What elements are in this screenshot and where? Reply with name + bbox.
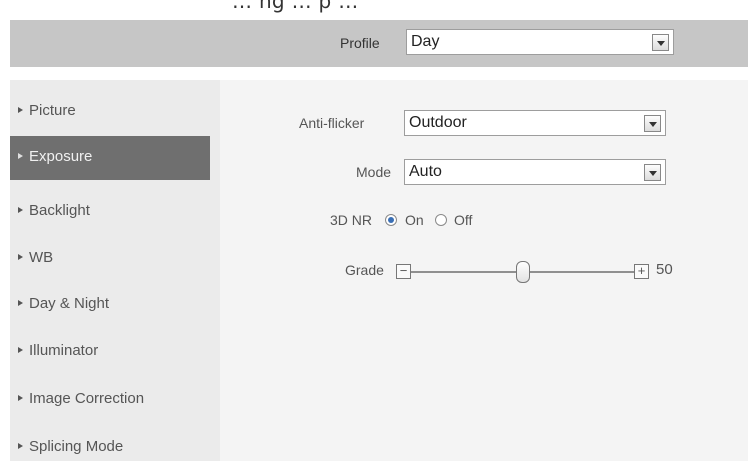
sidebar-item-label: Exposure [29, 148, 93, 165]
triangle-right-icon [18, 207, 23, 213]
3d-nr-off-radio[interactable] [435, 214, 447, 226]
triangle-right-icon [18, 300, 23, 306]
triangle-right-icon [18, 347, 23, 353]
sidebar-item-picture[interactable]: Picture [10, 90, 210, 134]
profile-bar: Profile Day [10, 20, 748, 67]
sidebar-item-exposure[interactable]: Exposure [10, 136, 210, 180]
sidebar-item-illuminator[interactable]: Illuminator [10, 330, 210, 374]
sidebar: Picture Exposure Backlight WB Day & Nigh… [10, 80, 220, 461]
dropdown-arrow-icon[interactable] [644, 164, 661, 181]
3d-nr-on-label: On [405, 212, 424, 228]
triangle-right-icon [18, 153, 23, 159]
3d-nr-label: 3D NR [330, 212, 373, 228]
dropdown-arrow-icon[interactable] [644, 115, 661, 132]
sidebar-item-label: WB [29, 249, 54, 266]
sidebar-item-label: Illuminator [29, 342, 99, 359]
mode-label: Mode [356, 164, 392, 180]
grade-value: 50 [656, 261, 673, 278]
anti-flicker-label: Anti-flicker [299, 115, 365, 131]
sidebar-item-label: Splicing Mode [29, 438, 124, 455]
sidebar-item-backlight[interactable]: Backlight [10, 190, 210, 234]
sidebar-item-image-correction[interactable]: Image Correction [10, 378, 210, 422]
plus-icon[interactable]: + [634, 264, 649, 279]
anti-flicker-value: Outdoor [409, 114, 467, 131]
mode-select[interactable]: Auto [404, 159, 666, 185]
profile-label: Profile [340, 35, 380, 51]
profile-select[interactable]: Day [406, 29, 674, 55]
triangle-right-icon [18, 443, 23, 449]
sidebar-item-label: Picture [29, 102, 76, 119]
dropdown-arrow-icon[interactable] [652, 34, 669, 51]
triangle-right-icon [18, 107, 23, 113]
slider-thumb[interactable] [515, 261, 530, 283]
sidebar-item-wb[interactable]: WB [10, 237, 210, 281]
triangle-right-icon [18, 395, 23, 401]
3d-nr-off-label: Off [454, 212, 473, 228]
minus-icon[interactable]: − [396, 264, 411, 279]
sidebar-item-label: Day & Night [29, 295, 110, 312]
sidebar-item-splicing-mode[interactable]: Splicing Mode [10, 426, 210, 461]
page-heading-partial: … ng … p … [232, 0, 359, 13]
triangle-right-icon [18, 254, 23, 260]
sidebar-item-label: Image Correction [29, 390, 145, 407]
3d-nr-on-radio[interactable] [385, 214, 397, 226]
mode-value: Auto [409, 163, 442, 180]
grade-label: Grade [345, 262, 384, 278]
sidebar-item-day-night[interactable]: Day & Night [10, 283, 210, 327]
profile-select-value: Day [411, 33, 440, 50]
sidebar-item-label: Backlight [29, 202, 90, 219]
anti-flicker-select[interactable]: Outdoor [404, 110, 666, 136]
exposure-settings-panel: Anti-flicker Outdoor Mode Auto 3D NR On … [220, 80, 748, 461]
page-heading-strip: … ng … p … [0, 0, 752, 20]
